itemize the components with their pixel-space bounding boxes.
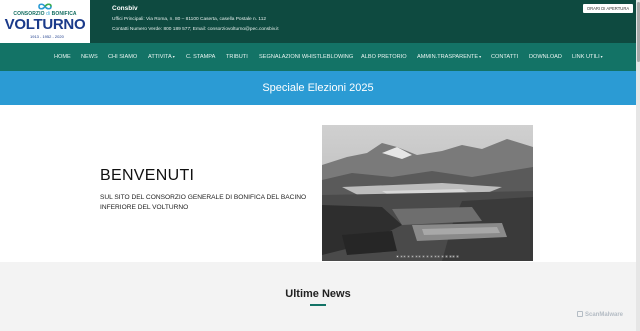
- nav-item-chi-siamo[interactable]: CHI SIAMO: [108, 43, 137, 71]
- carousel-dot[interactable]: [448, 255, 452, 258]
- news-title-underline: [310, 304, 326, 306]
- page-scrollbar[interactable]: [636, 0, 640, 331]
- carousel-dot[interactable]: [426, 255, 429, 258]
- nav-item-news[interactable]: NEWS: [81, 43, 98, 71]
- chevron-down-icon: ▾: [600, 54, 603, 59]
- main-nav: HOME NEWS CHI SIAMO ATTIVITA▾ C. STAMPA …: [0, 43, 636, 71]
- nav-item-tributi[interactable]: TRIBUTI: [226, 43, 248, 71]
- carousel-dot[interactable]: [418, 255, 422, 258]
- hero-carousel[interactable]: [322, 125, 533, 261]
- nav-item-contatti[interactable]: CONTATTI: [491, 43, 518, 71]
- welcome-title: BENVENUTI: [100, 167, 195, 184]
- nav-item-albo-pretorio[interactable]: ALBO PRETORIO: [361, 43, 407, 71]
- scrollbar-thumb[interactable]: [636, 2, 640, 62]
- scan-watermark: ScanMalware: [577, 311, 623, 318]
- top-header: CONSORZIO di BONIFICA VOLTURNO 1913 - 19…: [0, 0, 636, 43]
- chevron-down-icon: ▾: [479, 54, 482, 59]
- site-logo[interactable]: CONSORZIO di BONIFICA VOLTURNO 1913 - 19…: [0, 0, 90, 43]
- carousel-dot[interactable]: [444, 255, 448, 258]
- landscape-photo: [322, 125, 533, 261]
- carousel-dot[interactable]: [410, 255, 414, 258]
- news-section: Ultime News ScanMalware: [0, 262, 636, 331]
- carousel-dot[interactable]: [452, 255, 456, 258]
- welcome-section: BENVENUTI SUL SITO DEL CONSORZIO GENERAL…: [0, 105, 636, 262]
- shield-icon: [577, 311, 583, 317]
- nav-item-amministrazione-trasparente[interactable]: AMMIN.TRASPARENTE▾: [417, 43, 481, 71]
- carousel-indicators: [322, 255, 533, 258]
- carousel-dot[interactable]: [395, 255, 399, 258]
- nav-item-whistleblowing[interactable]: SEGNALAZIONI WHISTLEBLOWING: [259, 43, 353, 71]
- nav-item-attivita[interactable]: ATTIVITA▾: [148, 43, 175, 71]
- carousel-dot[interactable]: [399, 255, 403, 258]
- carousel-dot[interactable]: [407, 255, 411, 258]
- contact-phone-email: Contatti Numero Verde: 800 189 577; Emai…: [112, 27, 279, 32]
- carousel-dot[interactable]: [429, 255, 433, 258]
- chevron-down-icon: ▾: [172, 54, 175, 59]
- page: CONSORZIO di BONIFICA VOLTURNO 1913 - 19…: [0, 0, 640, 331]
- nav-item-download[interactable]: DOWNLOAD: [529, 43, 562, 71]
- welcome-subtitle: SUL SITO DEL CONSORZIO GENERALE DI BONIF…: [100, 194, 307, 211]
- logo-infinity-icon: [38, 3, 52, 10]
- nav-item-comunicati-stampa[interactable]: C. STAMPA: [186, 43, 215, 71]
- nav-item-home[interactable]: HOME: [54, 43, 71, 71]
- news-title: Ultime News: [285, 288, 351, 300]
- elections-banner[interactable]: Speciale Elezioni 2025: [0, 71, 636, 105]
- carousel-dot[interactable]: [456, 255, 460, 258]
- carousel-dot[interactable]: [437, 255, 441, 258]
- logo-text-years: 1913 - 1952 - 2020: [30, 34, 64, 39]
- carousel-dot[interactable]: [414, 255, 418, 258]
- logo-text-volturno: VOLTURNO: [4, 16, 86, 33]
- contact-address: Uffici Principali: Via Roma, n. 80 – 811…: [112, 17, 267, 22]
- nav-item-link-utili[interactable]: LINK UTILI▾: [572, 43, 603, 71]
- carousel-dot[interactable]: [433, 255, 437, 258]
- carousel-dot[interactable]: [441, 255, 445, 258]
- opening-hours-button[interactable]: ORARI DI APERTURA: [583, 4, 633, 13]
- carousel-dot[interactable]: [403, 255, 407, 258]
- carousel-dot[interactable]: [422, 255, 426, 258]
- org-name: Consbiv: [112, 5, 138, 12]
